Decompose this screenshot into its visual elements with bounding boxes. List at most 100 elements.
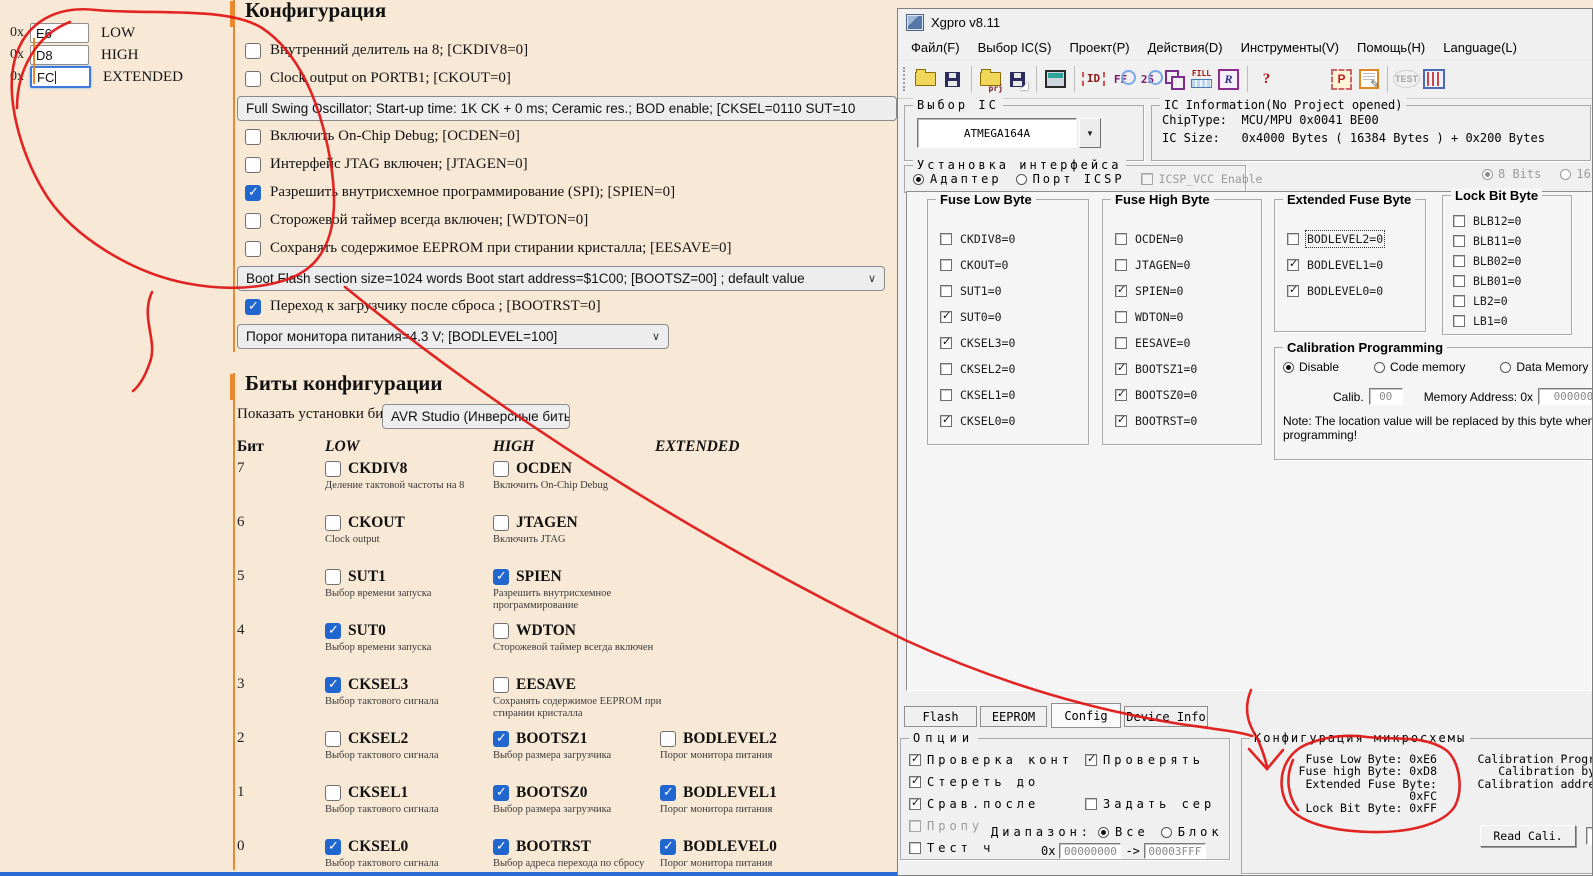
verify-checkbox[interactable] [1085,754,1097,766]
compare-checkbox[interactable] [909,798,921,810]
high-bit-checkbox[interactable] [493,677,509,693]
buffer-tab[interactable]: Device Info [1124,706,1208,727]
fuse-bit-checkbox[interactable] [1115,285,1127,297]
adapter-radio[interactable] [913,174,924,185]
low-bit-checkbox[interactable] [325,515,341,531]
save-project-icon[interactable] [1004,66,1031,93]
data-memory-radio[interactable] [1500,362,1511,373]
save-file-icon[interactable] [939,66,966,93]
low-bit-checkbox[interactable] [325,839,341,855]
ic-select-combo[interactable]: ATMEGA164A [917,118,1077,148]
menu-item[interactable]: Выбор IC(S) [969,38,1061,57]
high-bit-checkbox[interactable] [493,569,509,585]
lock-bit-checkbox[interactable] [1453,295,1465,307]
toolbar-grip[interactable] [903,67,908,91]
menu-item[interactable]: Помощь(H) [1348,38,1434,57]
title-bar[interactable]: Xgpro v8.11 [898,9,1593,35]
low-bit-checkbox[interactable] [325,569,341,585]
fuse-bit-checkbox[interactable] [1287,259,1299,271]
ckdiv8-checkbox[interactable] [245,43,261,59]
low-bit-checkbox[interactable] [325,677,341,693]
fuse-bit-checkbox[interactable] [940,415,952,427]
fuse-bit-checkbox[interactable] [940,233,952,245]
wdton-checkbox[interactable] [245,213,261,229]
chip-id-icon[interactable]: ID [1080,66,1107,93]
menu-item[interactable]: Language(L) [1434,38,1526,57]
fuse-bit-checkbox[interactable] [1115,363,1127,375]
hex-fuse-input[interactable]: E6 [30,23,89,43]
copy-buffer-icon[interactable] [1161,66,1188,93]
lock-bit-checkbox[interactable] [1453,315,1465,327]
high-bit-checkbox[interactable] [493,731,509,747]
high-bit-checkbox[interactable] [493,623,509,639]
test-icon[interactable]: TEST [1393,66,1420,93]
ocden-checkbox[interactable] [245,129,261,145]
buffer-tab[interactable]: Flash [904,706,977,727]
verify-contact-checkbox[interactable] [909,754,921,766]
chip-refresh-icon[interactable]: R [1215,66,1242,93]
bits-view-select[interactable]: AVR Studio (Инверсные биты)∨ [382,404,570,429]
buffer-editor-icon[interactable] [1042,66,1069,93]
fuse-bit-checkbox[interactable] [940,259,952,271]
open-file-icon[interactable] [912,66,939,93]
lock-bit-checkbox[interactable] [1453,235,1465,247]
low-bit-checkbox[interactable] [325,785,341,801]
range-from-input[interactable]: 00000000 [1059,843,1121,859]
ic-select-dropdown-button[interactable]: ▼ [1079,118,1101,148]
menu-item[interactable]: Проект(P) [1060,38,1138,57]
oscillator-select[interactable]: Full Swing Oscillator; Start-up time: 1K… [237,96,897,121]
16-bits-radio[interactable] [1560,169,1571,180]
high-bit-checkbox[interactable] [493,515,509,531]
extended-bit-checkbox[interactable] [660,839,676,855]
fuse-bit-checkbox[interactable] [1115,337,1127,349]
range-all-radio[interactable] [1098,827,1109,838]
bootsz-select[interactable]: Boot Flash section size=1024 words Boot … [237,266,885,291]
program-chip-icon[interactable]: P [1328,66,1355,93]
code-memory-radio[interactable] [1374,362,1385,373]
fill-buffer-icon[interactable]: FILL [1188,66,1215,93]
menu-item[interactable]: Файл(F) [902,38,969,57]
find-chip-icon[interactable]: FF [1107,66,1134,93]
buffer-tab[interactable]: EEPROM [980,706,1047,727]
menu-item[interactable]: Действия(D) [1139,38,1232,57]
partial-input[interactable] [1586,827,1593,845]
low-bit-checkbox[interactable] [325,731,341,747]
lock-bit-checkbox[interactable] [1453,215,1465,227]
icsp-port-radio[interactable] [1016,174,1027,185]
high-bit-checkbox[interactable] [493,461,509,477]
icsp-vcc-checkbox[interactable] [1141,173,1153,185]
chip-pins-icon[interactable] [1420,66,1447,93]
lock-bit-checkbox[interactable] [1453,255,1465,267]
memory-address-input[interactable]: 00000000 [1538,388,1593,405]
bodlevel-select[interactable]: Порог монитора питания=4.3 V; [BODLEVEL=… [237,324,669,349]
high-bit-checkbox[interactable] [493,785,509,801]
low-bit-checkbox[interactable] [325,461,341,477]
open-project-icon[interactable]: prj [977,66,1004,93]
fuse-bit-checkbox[interactable] [1287,233,1299,245]
fuse-bit-checkbox[interactable] [1115,259,1127,271]
fuse-bit-checkbox[interactable] [940,389,952,401]
extended-bit-checkbox[interactable] [660,785,676,801]
fuse-bit-checkbox[interactable] [1115,415,1127,427]
spien-checkbox[interactable] [245,185,261,201]
high-bit-checkbox[interactable] [493,839,509,855]
edit-icon[interactable] [1355,66,1382,93]
test-checkbox[interactable] [909,842,921,854]
erase-checkbox[interactable] [909,776,921,788]
calib-input[interactable]: 00 [1369,388,1403,405]
fuse-bit-checkbox[interactable] [940,337,952,349]
fuse-bit-checkbox[interactable] [1115,311,1127,323]
hex-fuse-input[interactable]: D8 [30,45,89,65]
buffer-tab[interactable]: Config [1051,703,1121,728]
fuse-bit-checkbox[interactable] [940,311,952,323]
ckout-checkbox[interactable] [245,71,261,87]
menu-item[interactable]: Инструменты(V) [1232,38,1348,57]
hex-fuse-input[interactable]: FC [30,66,91,88]
range-block-radio[interactable] [1161,827,1172,838]
find-25-series-icon[interactable]: 25 [1134,66,1161,93]
fuse-bit-checkbox[interactable] [1287,285,1299,297]
help-icon[interactable]: ? [1253,66,1280,93]
bootrst-checkbox[interactable] [245,299,261,315]
8-bits-radio[interactable] [1482,169,1493,180]
disable-radio[interactable] [1283,362,1294,373]
